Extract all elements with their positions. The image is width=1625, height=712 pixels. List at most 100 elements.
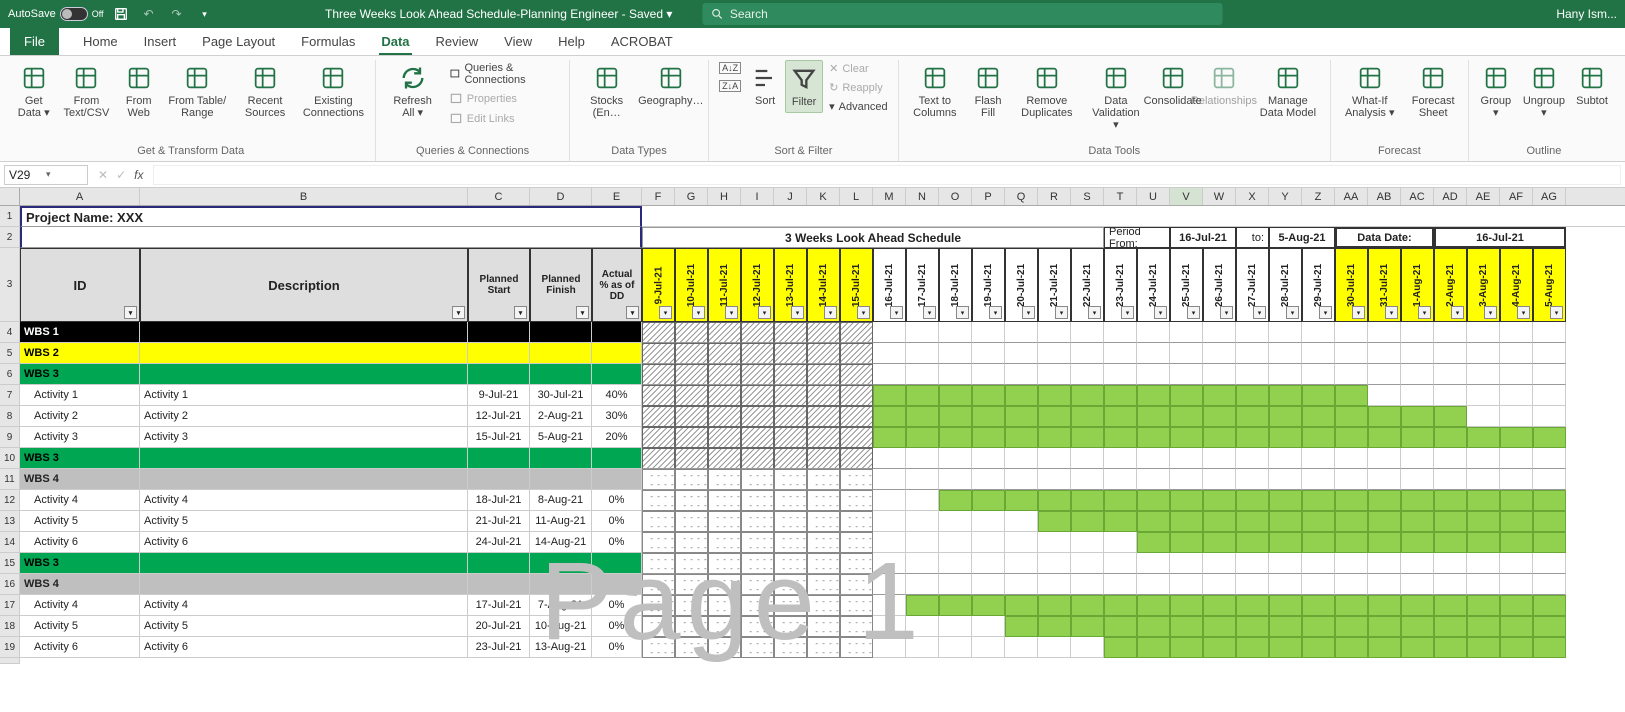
gantt-cell[interactable] bbox=[1401, 637, 1434, 658]
gantt-cell[interactable] bbox=[1335, 469, 1368, 490]
gantt-cell[interactable] bbox=[1401, 448, 1434, 469]
gantt-cell[interactable] bbox=[642, 343, 675, 364]
col-header-J[interactable]: J bbox=[774, 188, 807, 205]
gantt-cell[interactable] bbox=[1038, 490, 1071, 511]
day-header[interactable]: 16-Jul-21▾ bbox=[873, 248, 906, 322]
gantt-cell[interactable] bbox=[1467, 637, 1500, 658]
gantt-cell[interactable] bbox=[1269, 532, 1302, 553]
gantt-cell[interactable] bbox=[1170, 406, 1203, 427]
gantt-cell[interactable] bbox=[873, 469, 906, 490]
qat-dropdown-icon[interactable]: ▾ bbox=[194, 3, 216, 25]
gantt-cell[interactable] bbox=[642, 511, 675, 532]
gantt-cell[interactable] bbox=[1170, 322, 1203, 343]
gantt-cell[interactable] bbox=[1203, 490, 1236, 511]
cell[interactable]: WBS 3 bbox=[20, 448, 140, 469]
gantt-cell[interactable] bbox=[741, 532, 774, 553]
gantt-cell[interactable] bbox=[906, 532, 939, 553]
gantt-cell[interactable] bbox=[807, 448, 840, 469]
gantt-cell[interactable] bbox=[1269, 448, 1302, 469]
save-icon[interactable] bbox=[110, 3, 132, 25]
gantt-cell[interactable] bbox=[840, 532, 873, 553]
gantt-cell[interactable] bbox=[774, 364, 807, 385]
gantt-cell[interactable] bbox=[1500, 616, 1533, 637]
gantt-cell[interactable] bbox=[1005, 595, 1038, 616]
gantt-cell[interactable] bbox=[1005, 343, 1038, 364]
gantt-cell[interactable] bbox=[1005, 448, 1038, 469]
gantt-cell[interactable] bbox=[807, 343, 840, 364]
gantt-cell[interactable] bbox=[1137, 511, 1170, 532]
gantt-cell[interactable] bbox=[1533, 574, 1566, 595]
row-header[interactable]: 12 bbox=[0, 490, 20, 511]
cell[interactable]: Activity 6 bbox=[140, 637, 468, 658]
gantt-cell[interactable] bbox=[1170, 532, 1203, 553]
filter-dropdown[interactable]: ▾ bbox=[890, 306, 903, 319]
col-header-AF[interactable]: AF bbox=[1500, 188, 1533, 205]
gantt-cell[interactable] bbox=[774, 448, 807, 469]
gantt-cell[interactable] bbox=[1302, 553, 1335, 574]
gantt-cell[interactable] bbox=[1005, 406, 1038, 427]
gantt-cell[interactable] bbox=[1005, 322, 1038, 343]
tab-page-layout[interactable]: Page Layout bbox=[200, 28, 277, 55]
gantt-cell[interactable] bbox=[906, 616, 939, 637]
gantt-cell[interactable] bbox=[1368, 637, 1401, 658]
gantt-cell[interactable] bbox=[1071, 616, 1104, 637]
cell[interactable]: WBS 4 bbox=[20, 469, 140, 490]
row-header[interactable]: 7 bbox=[0, 385, 20, 406]
gantt-cell[interactable] bbox=[675, 427, 708, 448]
row-header[interactable]: 2 bbox=[0, 227, 20, 248]
filter-dropdown[interactable]: ▾ bbox=[1154, 306, 1167, 319]
cell[interactable] bbox=[592, 574, 642, 595]
gantt-cell[interactable] bbox=[1500, 574, 1533, 595]
gantt-cell[interactable] bbox=[741, 574, 774, 595]
gantt-cell[interactable] bbox=[1104, 364, 1137, 385]
gantt-cell[interactable] bbox=[1368, 469, 1401, 490]
cell[interactable]: Activity 4 bbox=[20, 490, 140, 511]
gantt-cell[interactable] bbox=[1236, 637, 1269, 658]
gantt-cell[interactable] bbox=[1335, 637, 1368, 658]
cell[interactable]: 0% bbox=[592, 532, 642, 553]
gantt-cell[interactable] bbox=[708, 490, 741, 511]
gantt-cell[interactable] bbox=[1368, 532, 1401, 553]
gantt-cell[interactable] bbox=[1533, 595, 1566, 616]
col-header-L[interactable]: L bbox=[840, 188, 873, 205]
gantt-cell[interactable] bbox=[1038, 322, 1071, 343]
gantt-cell[interactable] bbox=[1071, 532, 1104, 553]
gantt-cell[interactable] bbox=[972, 490, 1005, 511]
gantt-cell[interactable] bbox=[1269, 364, 1302, 385]
gantt-cell[interactable] bbox=[1104, 574, 1137, 595]
col-header-O[interactable]: O bbox=[939, 188, 972, 205]
gantt-cell[interactable] bbox=[1203, 532, 1236, 553]
gantt-cell[interactable] bbox=[972, 595, 1005, 616]
gantt-cell[interactable] bbox=[675, 616, 708, 637]
gantt-cell[interactable] bbox=[642, 322, 675, 343]
gantt-cell[interactable] bbox=[675, 595, 708, 616]
gantt-cell[interactable] bbox=[1170, 385, 1203, 406]
gantt-cell[interactable] bbox=[774, 637, 807, 658]
gantt-cell[interactable] bbox=[1005, 574, 1038, 595]
gantt-cell[interactable] bbox=[1071, 553, 1104, 574]
row-header[interactable]: 15 bbox=[0, 553, 20, 574]
gantt-cell[interactable] bbox=[1137, 532, 1170, 553]
row-header[interactable]: 9 bbox=[0, 427, 20, 448]
col-header-Y[interactable]: Y bbox=[1269, 188, 1302, 205]
gantt-cell[interactable] bbox=[1302, 490, 1335, 511]
gantt-cell[interactable] bbox=[1434, 616, 1467, 637]
day-header[interactable]: 12-Jul-21▾ bbox=[741, 248, 774, 322]
cell[interactable]: 14-Aug-21 bbox=[530, 532, 592, 553]
gantt-cell[interactable] bbox=[1038, 616, 1071, 637]
gantt-cell[interactable] bbox=[1203, 343, 1236, 364]
gantt-cell[interactable] bbox=[807, 364, 840, 385]
edit-links-button[interactable]: Edit Links bbox=[445, 110, 563, 128]
col-header-W[interactable]: W bbox=[1203, 188, 1236, 205]
gantt-cell[interactable] bbox=[1302, 385, 1335, 406]
day-header[interactable]: 3-Aug-21▾ bbox=[1467, 248, 1500, 322]
gantt-cell[interactable] bbox=[1104, 637, 1137, 658]
filter-dropdown[interactable]: ▾ bbox=[1484, 306, 1497, 319]
formula-input[interactable] bbox=[153, 165, 1621, 185]
filter-dropdown[interactable]: ▾ bbox=[923, 306, 936, 319]
gantt-cell[interactable] bbox=[642, 595, 675, 616]
subtot-button[interactable]: Subtot bbox=[1571, 60, 1613, 111]
cell[interactable] bbox=[468, 343, 530, 364]
gantt-cell[interactable] bbox=[873, 448, 906, 469]
sheet[interactable]: ABCDEFGHIJKLMNOPQRSTUVWXYZAAABACADAEAFAG… bbox=[0, 188, 1625, 664]
